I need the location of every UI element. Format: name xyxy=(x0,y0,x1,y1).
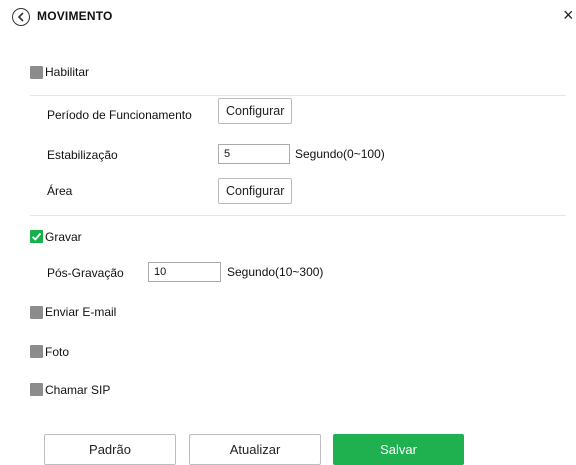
estabilizacao-unit: Segundo(0~100) xyxy=(295,147,385,161)
chamar-sip-label: Chamar SIP xyxy=(45,383,111,397)
estabilizacao-input[interactable] xyxy=(218,144,290,164)
pos-gravacao-label: Pós-Gravação xyxy=(47,266,124,280)
dialog-title: MOVIMENTO xyxy=(37,9,113,23)
enviar-email-checkbox[interactable] xyxy=(30,306,43,319)
dialog-header: MOVIMENTO × xyxy=(0,0,576,38)
area-configurar-button[interactable]: Configurar xyxy=(218,178,293,204)
pos-gravacao-input[interactable] xyxy=(148,262,221,282)
checkmark-icon xyxy=(31,232,42,241)
habilitar-checkbox[interactable] xyxy=(30,66,43,79)
atualizar-button[interactable]: Atualizar xyxy=(189,434,321,465)
chamar-sip-checkbox[interactable] xyxy=(30,383,43,396)
back-icon[interactable] xyxy=(12,8,30,26)
divider xyxy=(30,95,566,96)
pos-gravacao-unit: Segundo(10~300) xyxy=(227,265,324,279)
gravar-label: Gravar xyxy=(45,230,82,244)
close-icon[interactable]: × xyxy=(563,6,574,24)
padrao-button[interactable]: Padrão xyxy=(44,434,176,465)
gravar-checkbox[interactable] xyxy=(30,230,43,243)
enviar-email-label: Enviar E-mail xyxy=(45,305,117,319)
foto-checkbox[interactable] xyxy=(30,345,43,358)
area-label: Área xyxy=(47,184,73,198)
periodo-label: Período de Funcionamento xyxy=(47,108,192,122)
salvar-button[interactable]: Salvar xyxy=(333,434,464,465)
estabilizacao-label: Estabilização xyxy=(47,148,118,162)
periodo-configurar-button[interactable]: Configurar xyxy=(218,98,293,124)
divider xyxy=(30,215,566,216)
foto-label: Foto xyxy=(45,345,70,359)
habilitar-label: Habilitar xyxy=(45,65,90,79)
